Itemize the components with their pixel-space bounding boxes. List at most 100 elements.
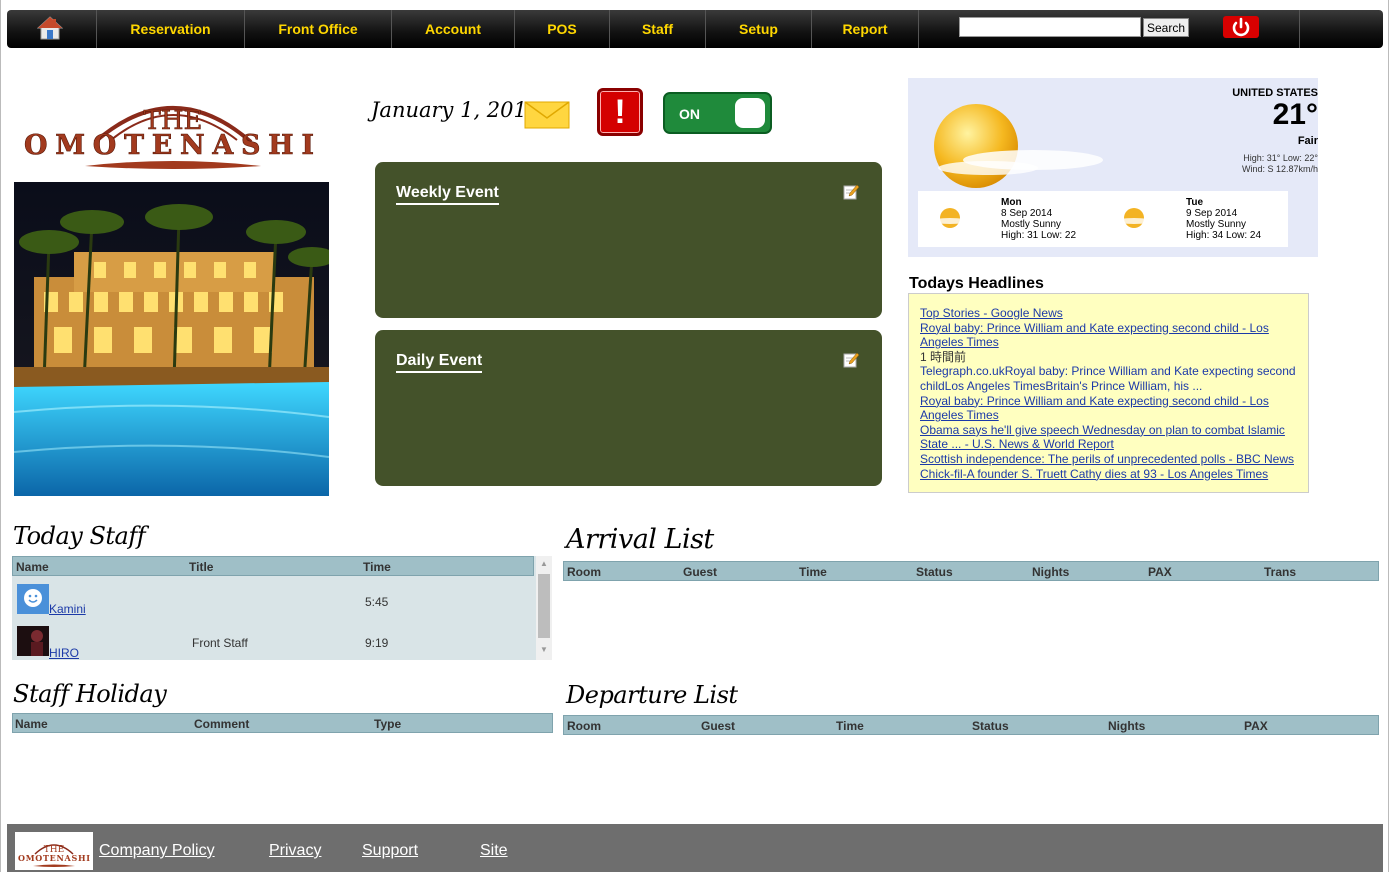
logo-line2: OMOTENASHI bbox=[24, 130, 314, 161]
column-header[interactable]: Comment bbox=[194, 717, 249, 731]
nav-account[interactable]: Account bbox=[392, 10, 515, 48]
column-header[interactable]: Room bbox=[567, 719, 601, 733]
forecast-day-name: Tue bbox=[1186, 197, 1204, 208]
staff-scrollbar[interactable]: ▲ ▼ bbox=[536, 556, 552, 660]
column-header[interactable]: Name bbox=[15, 717, 48, 731]
sunny-weather-icon bbox=[1116, 208, 1152, 228]
sunny-weather-icon bbox=[934, 104, 1103, 188]
hotel-logo: THE OMOTENASHI bbox=[24, 106, 314, 169]
hotel-photo bbox=[14, 182, 329, 496]
forecast-date: 9 Sep 2014 bbox=[1186, 208, 1238, 219]
nav-divider bbox=[1299, 10, 1300, 48]
column-header[interactable]: Title bbox=[189, 560, 213, 574]
staff-holiday-title: Staff Holiday bbox=[13, 680, 167, 708]
scroll-thumb[interactable] bbox=[538, 574, 550, 638]
scroll-down-icon[interactable]: ▼ bbox=[539, 645, 549, 655]
nav-setup[interactable]: Setup bbox=[706, 10, 812, 48]
column-header[interactable]: PAX bbox=[1148, 565, 1172, 579]
search-button[interactable]: Search bbox=[1143, 18, 1189, 37]
current-date: January 1, 2015 bbox=[371, 98, 541, 122]
power-icon bbox=[1232, 17, 1250, 37]
headline-link[interactable]: Royal baby: Prince William and Kate expe… bbox=[920, 394, 1269, 423]
staff-title: Front Staff bbox=[192, 636, 248, 650]
column-header[interactable]: Nights bbox=[1108, 719, 1145, 733]
forecast-date: 8 Sep 2014 bbox=[1001, 208, 1053, 219]
edit-icon[interactable] bbox=[843, 352, 859, 368]
column-header[interactable]: Trans bbox=[1264, 565, 1296, 579]
forecast-day-1: Mon 8 Sep 2014 Mostly Sunny High: 31 Low… bbox=[1001, 197, 1076, 241]
holiday-table-header: Name Comment Type bbox=[12, 713, 553, 733]
nav-report[interactable]: Report bbox=[812, 10, 919, 48]
column-header[interactable]: Type bbox=[374, 717, 401, 731]
column-header[interactable]: Guest bbox=[683, 565, 717, 579]
footer-link-support[interactable]: Support bbox=[362, 842, 418, 860]
weather-wind: Wind: S 12.87km/h bbox=[1241, 164, 1318, 174]
today-staff-title: Today Staff bbox=[13, 522, 146, 550]
weekly-event-title[interactable]: Weekly Event bbox=[396, 184, 499, 205]
footer-link-site[interactable]: Site bbox=[480, 842, 508, 860]
nav-front-office[interactable]: Front Office bbox=[245, 10, 392, 48]
column-header[interactable]: Time bbox=[363, 560, 391, 574]
sunny-weather-icon bbox=[932, 208, 968, 228]
weather-forecast: Mon 8 Sep 2014 Mostly Sunny High: 31 Low… bbox=[918, 191, 1288, 247]
arrival-list-title: Arrival List bbox=[566, 524, 714, 555]
forecast-day-name: Mon bbox=[1001, 197, 1022, 208]
daily-event-title[interactable]: Daily Event bbox=[396, 352, 483, 373]
forecast-desc: Mostly Sunny bbox=[1186, 219, 1247, 230]
column-header[interactable]: Nights bbox=[1032, 565, 1069, 579]
column-header[interactable]: Time bbox=[799, 565, 827, 579]
footer-link-privacy[interactable]: Privacy bbox=[269, 842, 321, 860]
app-root: Reservation Front Office Account POS Sta… bbox=[0, 0, 1389, 872]
nav-staff[interactable]: Staff bbox=[610, 10, 706, 48]
staff-name-link[interactable]: HIRO bbox=[49, 646, 79, 660]
headline-summary: Telegraph.co.ukRoyal baby: Prince Willia… bbox=[920, 364, 1296, 393]
column-header[interactable]: Status bbox=[916, 565, 953, 579]
forecast-highlow: High: 34 Low: 24 bbox=[1186, 230, 1262, 241]
column-header[interactable]: Time bbox=[836, 719, 864, 733]
headlines-feed: Top Stories - Google News Royal baby: Pr… bbox=[908, 293, 1309, 493]
column-header[interactable]: Guest bbox=[701, 719, 735, 733]
headline-link[interactable]: Scottish independence: The perils of unp… bbox=[920, 452, 1294, 466]
weekly-event-panel: Weekly Event bbox=[375, 162, 882, 318]
headline-time: 1 時間前 bbox=[920, 349, 967, 364]
nav-home-cell bbox=[7, 10, 97, 48]
weather-highlow: High: 31° Low: 22° bbox=[1243, 153, 1318, 163]
nav-reservation[interactable]: Reservation bbox=[97, 10, 245, 48]
avatar[interactable] bbox=[17, 626, 49, 656]
column-header[interactable]: Room bbox=[567, 565, 601, 579]
search-input[interactable] bbox=[959, 17, 1141, 37]
staff-name-link[interactable]: Kamini bbox=[49, 602, 86, 616]
weather-details: High: 31° Low: 22° Wind: S 12.87km/h bbox=[1242, 153, 1318, 175]
footer-logo-line2: OMOTENASHI bbox=[18, 853, 90, 863]
column-header[interactable]: PAX bbox=[1244, 719, 1268, 733]
weather-temperature: 21° bbox=[1272, 98, 1318, 131]
headline-link[interactable]: Top Stories - Google News bbox=[920, 306, 1063, 320]
headline-link[interactable]: Chick-fil-A founder S. Truett Cathy dies… bbox=[920, 467, 1268, 481]
departure-list-title: Departure List bbox=[566, 681, 738, 709]
table-header: Name Title Time bbox=[12, 556, 534, 576]
nav-pos[interactable]: POS bbox=[515, 10, 610, 48]
mail-icon[interactable] bbox=[524, 99, 570, 129]
footer-link-company-policy[interactable]: Company Policy bbox=[99, 842, 215, 860]
footer-logo[interactable]: THE OMOTENASHI bbox=[15, 832, 93, 870]
today-staff-table: Name Title Time Kamini 5:45 HIRO Front S… bbox=[12, 556, 552, 660]
alert-icon[interactable]: ! bbox=[597, 88, 643, 136]
scroll-up-icon[interactable]: ▲ bbox=[539, 559, 549, 569]
arrival-table-header: Room Guest Time Status Nights PAX Trans bbox=[563, 561, 1379, 581]
table-row: HIRO Front Staff 9:19 bbox=[12, 622, 534, 662]
footer: THE OMOTENASHI Company Policy Privacy Su… bbox=[7, 824, 1383, 872]
daily-event-panel: Daily Event bbox=[375, 330, 882, 486]
headline-link[interactable]: Obama says he'll give speech Wednesday o… bbox=[920, 423, 1285, 452]
table-row: Kamini 5:45 bbox=[12, 580, 534, 620]
column-header[interactable]: Status bbox=[972, 719, 1009, 733]
forecast-day-2: Tue 9 Sep 2014 Mostly Sunny High: 34 Low… bbox=[1186, 197, 1261, 241]
toggle-label: ON bbox=[679, 106, 700, 122]
column-header[interactable]: Name bbox=[16, 560, 49, 574]
toggle-knob bbox=[735, 98, 765, 128]
logout-button[interactable] bbox=[1223, 16, 1259, 38]
edit-icon[interactable] bbox=[843, 184, 859, 200]
staff-time: 5:45 bbox=[365, 595, 389, 609]
headline-link[interactable]: Royal baby: Prince William and Kate expe… bbox=[920, 321, 1269, 350]
on-off-toggle[interactable]: ON bbox=[663, 92, 772, 134]
avatar[interactable] bbox=[17, 584, 49, 614]
